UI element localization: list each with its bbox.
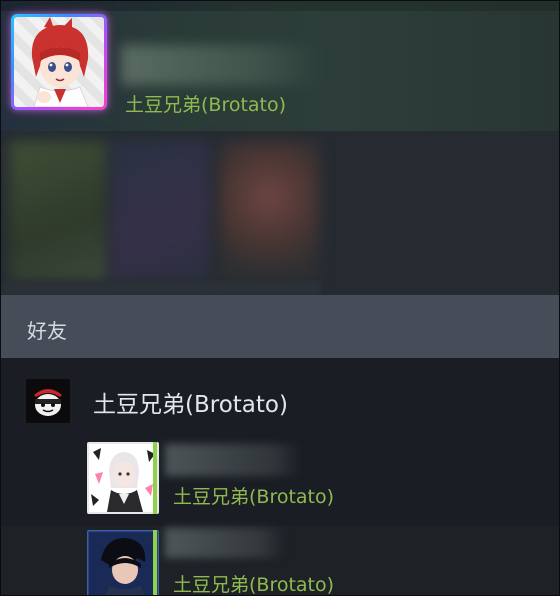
brotato-icon [26, 379, 70, 423]
friend-avatar[interactable] [87, 530, 159, 595]
friends-section-header[interactable]: 好友 [1, 295, 559, 358]
friend-avatar-artwork-icon [89, 444, 157, 512]
current-user-name-redacted [121, 45, 321, 85]
friends-panel: 土豆兄弟(Brotato) 好友 土豆兄弟(Brotato) 土豆兄弟(Brot… [0, 0, 560, 596]
anime-avatar-image [14, 17, 104, 107]
brotato-game-icon [26, 379, 70, 423]
in-game-group: 土豆兄弟(Brotato) 土豆兄弟(Brotato) 土豆兄弟(Brotato… [1, 358, 559, 595]
recent-games-strip [1, 131, 559, 295]
friend-avatar[interactable] [87, 442, 159, 514]
online-status-bar [153, 530, 157, 595]
friend-game: 土豆兄弟(Brotato) [173, 486, 335, 508]
current-user-game: 土豆兄弟(Brotato) [125, 94, 287, 116]
online-status-bar [153, 442, 157, 514]
friend-name-redacted [165, 528, 285, 558]
friend-game: 土豆兄弟(Brotato) [173, 574, 335, 596]
game-group-title: 土豆兄弟(Brotato) [93, 392, 288, 418]
current-user-avatar[interactable] [11, 14, 107, 110]
game-tile[interactable] [9, 141, 109, 281]
current-user-card[interactable]: 土豆兄弟(Brotato) [1, 1, 559, 131]
friends-section-label: 好友 [27, 319, 67, 343]
avatar-artwork-icon [31, 17, 89, 107]
friend-row[interactable]: 土豆兄弟(Brotato) [1, 526, 559, 596]
games-strip-footer [1, 281, 321, 295]
friend-name-redacted [165, 444, 301, 476]
friend-row[interactable]: 土豆兄弟(Brotato) [1, 438, 559, 524]
game-tile[interactable] [111, 141, 211, 281]
friend-avatar-artwork-icon [87, 530, 159, 595]
game-tile[interactable] [219, 141, 319, 281]
